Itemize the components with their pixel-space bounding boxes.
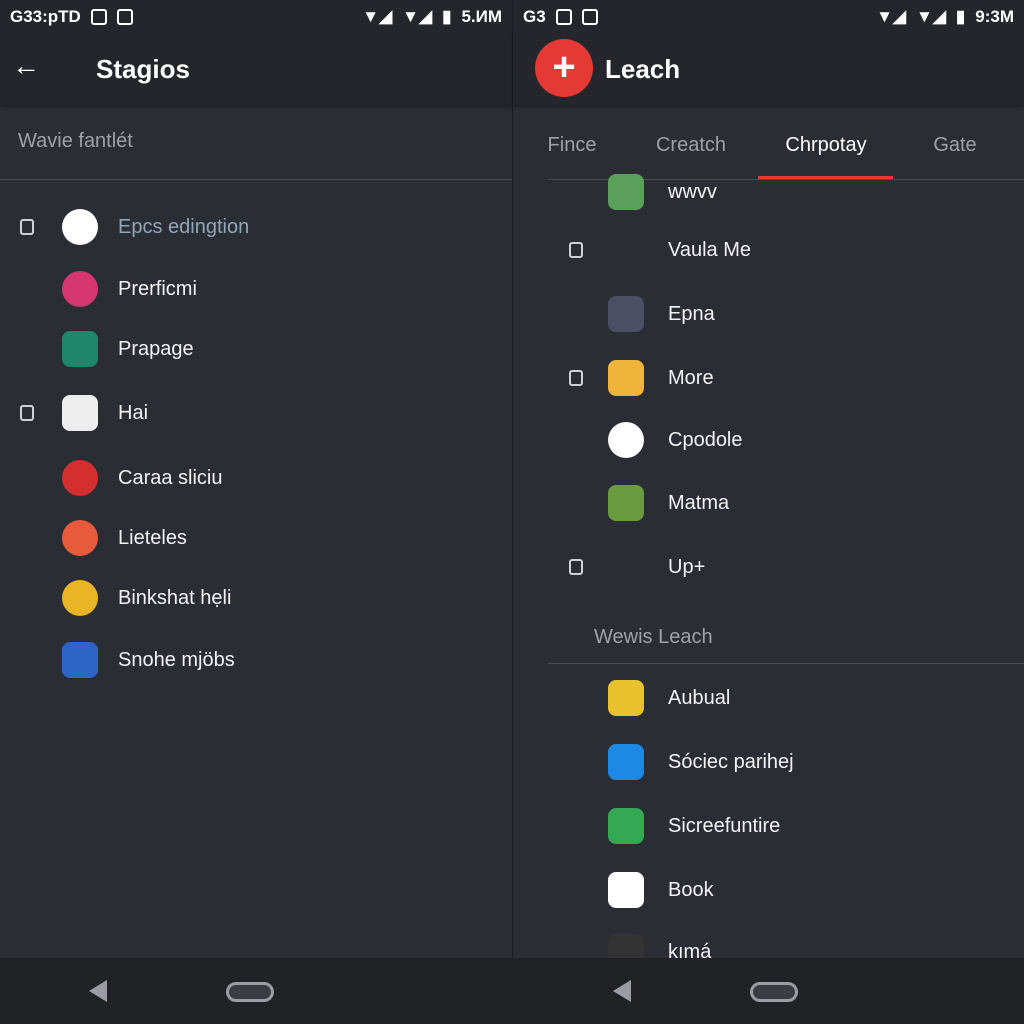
wifi-icon: ▼◢ — [876, 7, 906, 26]
back-arrow-icon[interactable]: ← — [12, 50, 40, 82]
tab-fince[interactable]: Fince — [548, 134, 597, 157]
list-item-label: Prapage — [118, 338, 194, 360]
list-item[interactable]: Caraa sliciu — [0, 453, 512, 503]
checkbox-icon[interactable] — [20, 219, 34, 235]
list-item[interactable]: wwvv — [513, 167, 1024, 217]
list-item-label: Lieteles — [118, 527, 187, 549]
lock-app-icon — [62, 331, 98, 367]
list-item[interactable]: Lieteles — [0, 513, 512, 563]
divider — [0, 179, 512, 180]
battery-icon: ▮ — [955, 7, 966, 26]
vpn-app-icon — [608, 744, 644, 780]
nav-home-icon[interactable] — [226, 982, 274, 1002]
wifi-icon: ▼◢ — [362, 7, 393, 26]
list-item-label: Vaula Me — [668, 239, 752, 261]
section-divider — [548, 663, 1024, 664]
gallery-app-icon — [608, 485, 644, 521]
app-bar: + Leach — [513, 34, 1024, 105]
list-item[interactable]: Cpodole — [513, 415, 1024, 465]
page-title: Stagios — [96, 54, 190, 84]
list-item[interactable]: Book — [513, 865, 1024, 915]
list-item[interactable]: Up+ — [513, 542, 1024, 592]
search-camera-icon — [608, 296, 644, 332]
list-item-label: Hai — [118, 402, 149, 424]
photos-pinwheel-icon — [608, 422, 644, 458]
battery-icon: ▮ — [442, 7, 452, 26]
navigation-bar — [0, 958, 1024, 1024]
list-item-label: Caraa sliciu — [118, 467, 223, 489]
nav-back-icon[interactable] — [89, 980, 107, 1002]
list-item-label: Up+ — [668, 556, 706, 578]
list-item[interactable]: Matma — [513, 478, 1024, 528]
list-item[interactable]: Aubual — [513, 673, 1024, 723]
list-item[interactable]: Snohe mjöbs — [0, 635, 512, 685]
list-item[interactable]: More — [513, 353, 1024, 403]
mail-app-icon — [608, 360, 644, 396]
list-item[interactable]: Prerficmi — [0, 264, 512, 314]
facebook-icon — [608, 549, 644, 585]
shield-star-icon — [608, 680, 644, 716]
list-item-label: Book — [668, 879, 714, 901]
maps-icon — [608, 808, 644, 844]
nav-back-icon[interactable] — [613, 980, 631, 1002]
list-item-label: Epcs edingtion — [118, 216, 250, 238]
page-title: Leach — [605, 54, 681, 84]
notification-icon — [555, 9, 572, 25]
signal-icon: ▼◢ — [402, 7, 433, 26]
status-left-text: G3 — [523, 7, 546, 26]
list-item[interactable]: Sicreefuntire — [513, 801, 1024, 851]
status-time: 5.ИM — [461, 7, 502, 26]
status-time: 9:3M — [975, 7, 1014, 26]
tab-creatch[interactable]: Creatch — [656, 134, 726, 157]
list-item-label: Epna — [668, 303, 715, 325]
right-pane: G3 ▼◢ ▼◢ ▮ 9:3M + Leach Fince Creatch Ch… — [513, 0, 1024, 1024]
play-store-icon — [62, 395, 98, 431]
tab-gate[interactable]: Gate — [933, 134, 976, 157]
list-item[interactable]: Epna — [513, 289, 1024, 339]
checkbox-icon[interactable] — [569, 242, 583, 258]
notification-icon — [90, 9, 107, 25]
nav-home-icon[interactable] — [750, 982, 798, 1002]
list-item-label: Sóciec parihej — [668, 751, 794, 773]
list-item[interactable]: Vaula Me — [513, 225, 1024, 275]
flag-app-icon — [62, 520, 98, 556]
list-item-label: More — [668, 367, 714, 389]
notification-icon — [581, 9, 598, 25]
notification-icon — [116, 9, 133, 25]
app-bar: ← Stagios — [0, 34, 512, 105]
status-bar: G33:pTD ▼◢ ▼◢ ▮ 5.ИM — [0, 0, 512, 34]
list-item-label: Prerficmi — [118, 278, 197, 300]
list-item-label: Binkshat hẹli — [118, 587, 232, 609]
checkbox-icon[interactable] — [20, 405, 34, 421]
list-app-icon — [608, 232, 644, 268]
list-item-label: Sicreefuntire — [668, 815, 781, 837]
section-subheader: Wavie fantlét — [18, 130, 133, 152]
photos-app-icon — [608, 174, 644, 210]
checkbox-icon[interactable] — [569, 370, 583, 386]
status-left-text: G33:pTD — [10, 7, 81, 26]
play-store-icon — [608, 872, 644, 908]
folder-app-icon — [62, 642, 98, 678]
list-item-label: Cpodole — [668, 429, 743, 451]
list-item[interactable]: Prapage — [0, 324, 512, 374]
list-item[interactable]: Sóciec parihej — [513, 737, 1024, 787]
list-item[interactable]: Hai — [0, 388, 512, 438]
list-item-label: Matma — [668, 492, 730, 514]
list-item[interactable]: Binkshat hẹli — [0, 573, 512, 623]
tab-chrpotay[interactable]: Chrpotay — [785, 134, 866, 157]
left-pane: G33:pTD ▼◢ ▼◢ ▮ 5.ИM ← Stagios Wavie fan… — [0, 0, 512, 1024]
status-bar: G3 ▼◢ ▼◢ ▮ 9:3M — [513, 0, 1024, 34]
list-item[interactable]: Epcs edingtion — [0, 202, 512, 252]
checkbox-icon[interactable] — [569, 559, 583, 575]
list-item-label: Snohe mjöbs — [118, 649, 235, 671]
instagram-icon — [62, 271, 98, 307]
list-item-label: wwvv — [668, 181, 717, 203]
add-button[interactable]: + — [535, 39, 593, 97]
signal-icon: ▼◢ — [916, 7, 946, 26]
chrome-icon — [62, 209, 98, 245]
badge-app-icon — [62, 580, 98, 616]
music-icon — [62, 460, 98, 496]
section-title: Wewis Leach — [594, 626, 713, 648]
list-item-label: Aubual — [668, 687, 731, 709]
